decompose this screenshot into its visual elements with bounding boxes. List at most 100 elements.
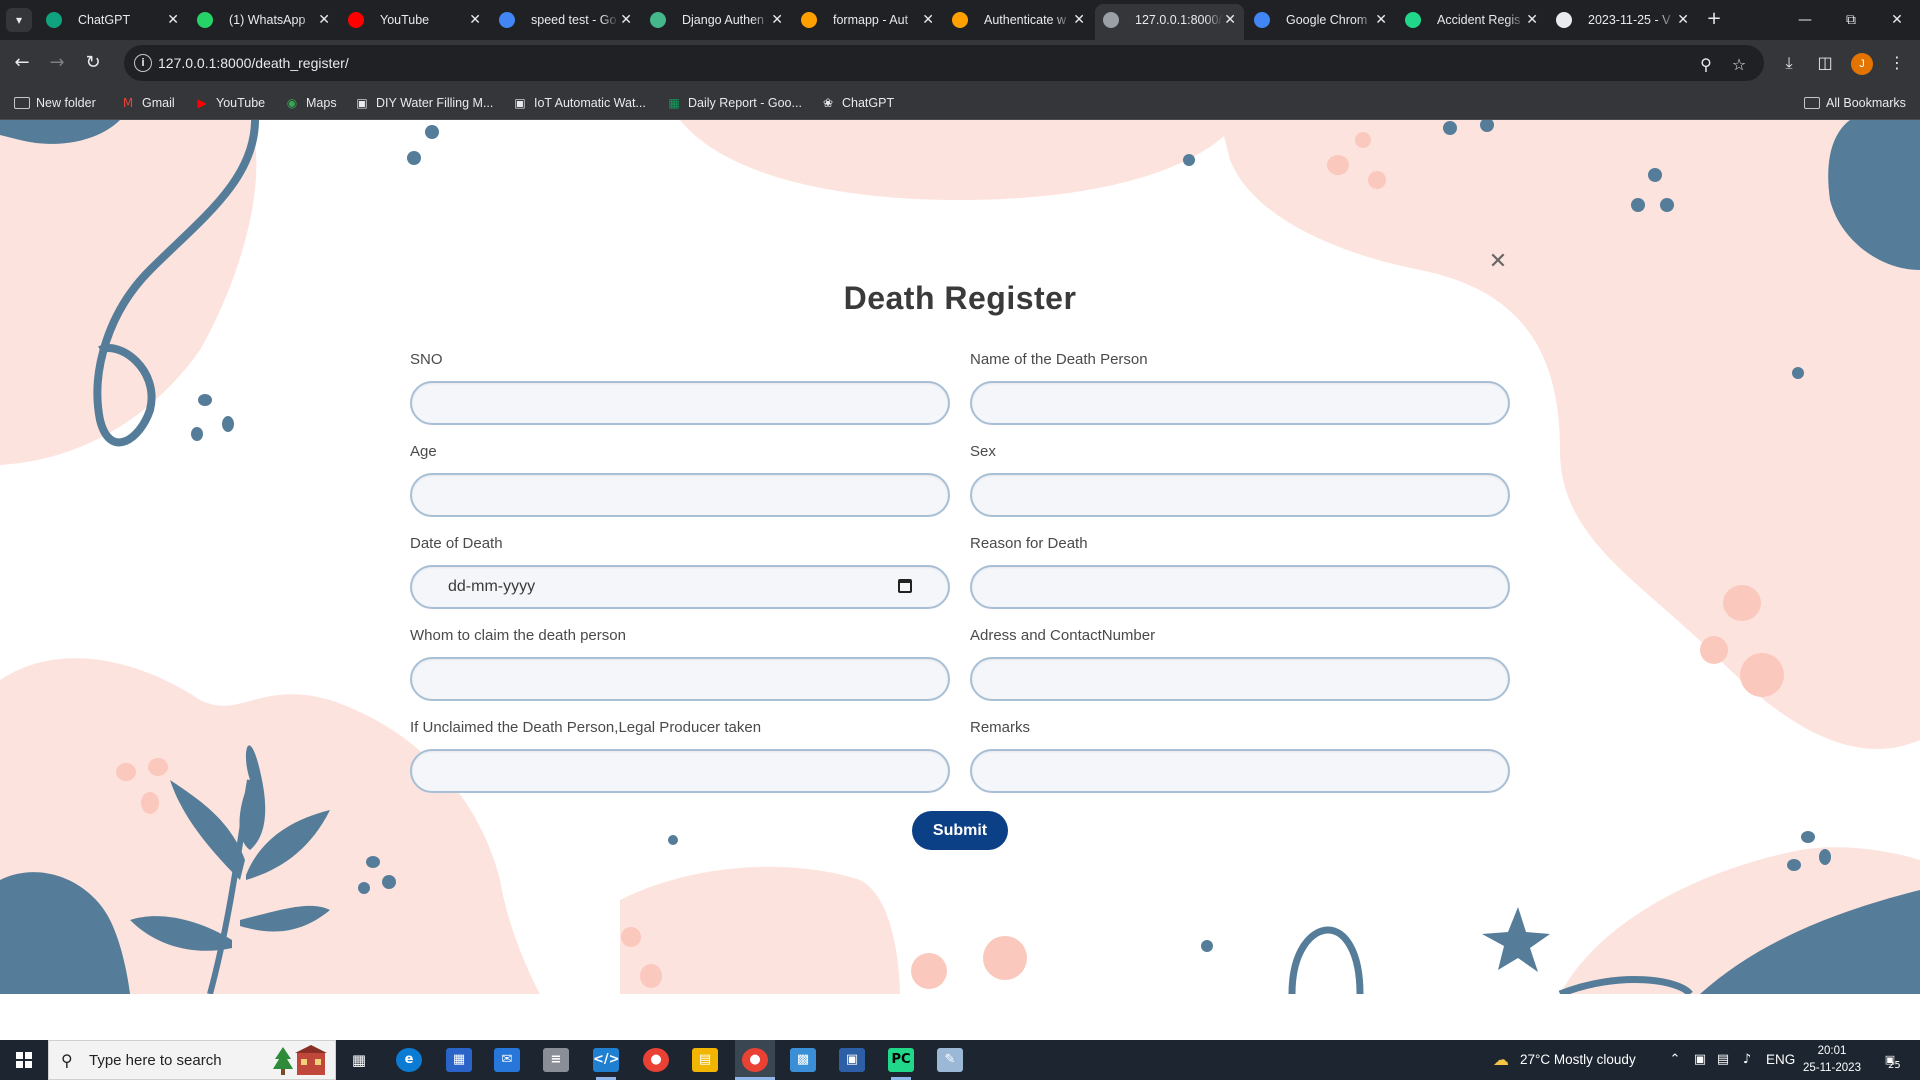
tab-0[interactable]: ChatGPT ✕	[38, 4, 187, 36]
tab-close-icon[interactable]: ✕	[318, 4, 330, 36]
bookmark-star-icon[interactable]: ☆	[1728, 54, 1750, 76]
tab-title: 127.0.0.1:8000/	[1135, 13, 1222, 27]
age-input[interactable]	[410, 473, 950, 517]
globe-icon	[1103, 12, 1119, 28]
close-window-button[interactable]: ✕	[1874, 8, 1920, 32]
chrome-icon[interactable]: ●	[643, 1048, 669, 1072]
tab-close-icon[interactable]: ✕	[469, 4, 481, 36]
notepad-icon[interactable]: ✎	[937, 1048, 963, 1072]
pycharm-icon[interactable]: PC	[888, 1048, 914, 1072]
holiday-tree-icon	[273, 1045, 327, 1075]
weather-icon[interactable]: ☁	[1490, 1050, 1512, 1070]
tab-close-icon[interactable]: ✕	[167, 4, 179, 36]
tab-6[interactable]: Authenticate w ✕	[944, 4, 1093, 36]
restore-button[interactable]: ⧉	[1828, 8, 1874, 32]
vscode-icon[interactable]: </>	[593, 1048, 620, 1072]
remote-desktop-icon[interactable]: ▣	[839, 1048, 865, 1072]
start-button[interactable]	[0, 1040, 48, 1080]
bookmark-page-icon: ▣	[356, 96, 368, 110]
clock[interactable]: 20:01 25-11-2023	[1800, 1043, 1864, 1077]
close-icon[interactable]: ✕	[1486, 250, 1510, 274]
sex-field-group: Sex	[970, 442, 1510, 517]
forward-icon[interactable]: →	[43, 49, 71, 77]
control-panel-icon[interactable]: ▩	[790, 1048, 816, 1072]
minimize-button[interactable]: —	[1782, 8, 1828, 32]
tab-close-icon[interactable]: ✕	[1073, 4, 1085, 36]
address-bar[interactable]: i 127.0.0.1:8000/death_register/ ⚲ ☆	[124, 45, 1764, 81]
back-icon[interactable]: ←	[8, 49, 36, 77]
bookmark-7[interactable]: ❀ ChatGPT	[820, 94, 894, 112]
tab-7[interactable]: 127.0.0.1:8000/✕	[1095, 4, 1244, 40]
edge-icon[interactable]: e	[396, 1048, 422, 1072]
bookmark-5[interactable]: ▣ IoT Automatic Wat...	[512, 94, 646, 112]
firebase-icon	[952, 12, 968, 28]
file-explorer-icon[interactable]: ▤	[692, 1048, 718, 1072]
tab-1[interactable]: (1) WhatsApp ✕	[189, 4, 338, 36]
reload-icon[interactable]: ↻	[79, 49, 107, 77]
address-contact-input[interactable]	[970, 657, 1510, 701]
language-indicator[interactable]: ENG	[1766, 1040, 1795, 1080]
date-of-death-input[interactable]: dd-mm-yyyy	[410, 565, 950, 609]
tab-3[interactable]: speed test - Go ✕	[491, 4, 640, 36]
tab-8[interactable]: Google Chrom ✕	[1246, 4, 1395, 36]
calendar-icon[interactable]	[898, 579, 912, 593]
claimant-input[interactable]	[410, 657, 950, 701]
task-view-icon[interactable]: ▦	[346, 1048, 372, 1072]
bookmark-label: New folder	[36, 96, 96, 110]
bookmark-6[interactable]: ▦ Daily Report - Goo...	[666, 94, 802, 112]
store-icon[interactable]: ▦	[446, 1048, 472, 1072]
menu-kebab-icon[interactable]: ⋮	[1886, 52, 1908, 74]
youtube-icon: ▶	[197, 96, 207, 110]
tab-close-icon[interactable]: ✕	[1224, 4, 1236, 36]
side-panel-icon[interactable]: ◫	[1814, 52, 1836, 74]
taskbar-search[interactable]: ⚲ Type here to search	[48, 1040, 336, 1080]
bookmark-4[interactable]: ▣ DIY Water Filling M...	[354, 94, 493, 112]
unclaimed-input[interactable]	[410, 749, 950, 793]
bookmark-1[interactable]: M Gmail	[120, 94, 175, 112]
mail-icon[interactable]: ✉	[494, 1048, 520, 1072]
tab-2[interactable]: YouTube ✕	[340, 4, 489, 36]
network-icon[interactable]: ▤	[1714, 1050, 1732, 1070]
chevron-up-icon[interactable]: ⌃	[1666, 1050, 1684, 1070]
tab-title: 2023-11-25 - V	[1588, 13, 1671, 27]
bookmark-3[interactable]: ◉ Maps	[284, 94, 337, 112]
tab-9[interactable]: Accident Regis ✕	[1397, 4, 1546, 36]
tab-search-button[interactable]: ▾	[6, 8, 32, 32]
google-icon	[1254, 12, 1270, 28]
name-input[interactable]	[970, 381, 1510, 425]
new-tab-button[interactable]: +	[1702, 8, 1726, 32]
tab-5[interactable]: formapp - Aut ✕	[793, 4, 942, 36]
profile-avatar[interactable]: J	[1851, 53, 1873, 75]
tab-10[interactable]: 2023-11-25 - V ✕	[1548, 4, 1697, 36]
chrome-active-icon[interactable]: ●	[742, 1048, 768, 1072]
downloads-icon[interactable]: ⤓	[1778, 52, 1800, 74]
decorative-background	[0, 120, 1920, 994]
url-text[interactable]: 127.0.0.1:8000/death_register/	[158, 45, 349, 81]
submit-button[interactable]: Submit	[912, 811, 1008, 850]
remarks-input[interactable]	[970, 749, 1510, 793]
sno-input[interactable]	[410, 381, 950, 425]
volume-icon[interactable]: ♪	[1738, 1050, 1756, 1070]
weather-text[interactable]: 27°C Mostly cloudy	[1520, 1040, 1636, 1080]
meet-now-icon[interactable]: ▣	[1691, 1050, 1709, 1070]
bookmark-label: IoT Automatic Wat...	[534, 96, 646, 110]
site-info-icon[interactable]: i	[134, 54, 152, 72]
tab-close-icon[interactable]: ✕	[620, 4, 632, 36]
tab-close-icon[interactable]: ✕	[1526, 4, 1538, 36]
notification-icon[interactable]: ▣ 25	[1878, 1048, 1902, 1072]
bookmark-2[interactable]: ▶ YouTube	[194, 94, 265, 112]
bookmark-0[interactable]: New folder	[14, 94, 96, 112]
all-bookmarks[interactable]: All Bookmarks	[1804, 94, 1906, 112]
tab-close-icon[interactable]: ✕	[922, 4, 934, 36]
tab-4[interactable]: Django Authen ✕	[642, 4, 791, 36]
zoom-icon[interactable]: ⚲	[1695, 54, 1717, 76]
sex-input[interactable]	[970, 473, 1510, 517]
tab-close-icon[interactable]: ✕	[1677, 4, 1689, 36]
tab-close-icon[interactable]: ✕	[1375, 4, 1387, 36]
bookmark-label: DIY Water Filling M...	[376, 96, 494, 110]
django-icon	[650, 12, 666, 28]
database-icon[interactable]: ≡	[543, 1048, 569, 1072]
page-title: Death Register	[843, 280, 1077, 316]
reason-input[interactable]	[970, 565, 1510, 609]
tab-close-icon[interactable]: ✕	[771, 4, 783, 36]
